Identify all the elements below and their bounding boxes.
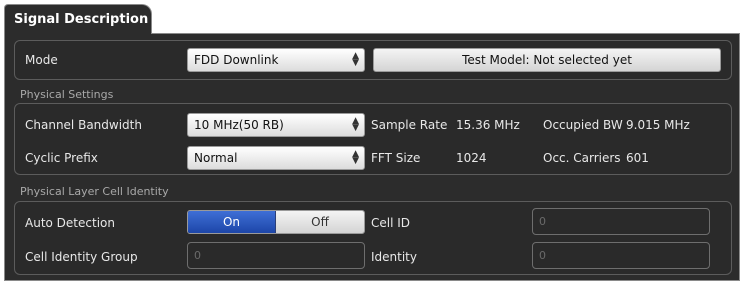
mode-select[interactable]: FDD Downlink ▲ ▼: [187, 48, 365, 72]
signal-description-panel: Mode FDD Downlink ▲ ▼ Test Model: Not sel…: [4, 33, 740, 281]
occupied-bw-label: Occupied BW: [543, 118, 623, 132]
physical-settings-group: Channel Bandwidth 10 MHz(50 RB) ▲ ▼ Sampl…: [14, 103, 732, 175]
test-model-button[interactable]: Test Model: Not selected yet: [373, 48, 721, 72]
cell-identity-group-label: Cell Identity Group: [25, 250, 138, 264]
auto-detection-on-button[interactable]: On: [188, 211, 276, 233]
physical-settings-label: Physical Settings: [20, 88, 114, 101]
select-arrows-icon: ▲ ▼: [352, 149, 359, 166]
cell-identity-group: Auto Detection On Off Cell ID 0 Cell Ide…: [14, 201, 732, 275]
cyclic-prefix-value: Normal: [194, 151, 238, 165]
auto-detection-toggle[interactable]: On Off: [187, 210, 365, 234]
cell-id-label: Cell ID: [371, 216, 411, 230]
identity-label: Identity: [371, 250, 417, 264]
auto-detection-label: Auto Detection: [25, 216, 115, 230]
mode-label: Mode: [25, 53, 58, 67]
fft-size-value: 1024: [456, 151, 487, 165]
occ-carriers-label: Occ. Carriers: [543, 151, 621, 165]
select-arrows-icon: ▲ ▼: [352, 51, 359, 68]
cell-id-field[interactable]: 0: [532, 208, 710, 235]
cell-identity-group-field[interactable]: 0: [187, 242, 365, 269]
channel-bandwidth-value: 10 MHz(50 RB): [194, 118, 284, 132]
mode-select-value: FDD Downlink: [194, 53, 279, 67]
auto-detection-off-button[interactable]: Off: [276, 211, 364, 233]
fft-size-label: FFT Size: [371, 151, 421, 165]
cell-identity-section-label: Physical Layer Cell Identity: [20, 185, 169, 198]
occ-carriers-value: 601: [626, 151, 649, 165]
occupied-bw-value: 9.015 MHz: [626, 118, 690, 132]
cyclic-prefix-select[interactable]: Normal ▲ ▼: [187, 146, 365, 170]
sample-rate-value: 15.36 MHz: [456, 118, 520, 132]
identity-field[interactable]: 0: [532, 242, 710, 269]
select-arrows-icon: ▲ ▼: [352, 116, 359, 133]
cyclic-prefix-label: Cyclic Prefix: [25, 151, 98, 165]
channel-bandwidth-label: Channel Bandwidth: [25, 118, 142, 132]
channel-bandwidth-select[interactable]: 10 MHz(50 RB) ▲ ▼: [187, 113, 365, 137]
sample-rate-label: Sample Rate: [371, 118, 448, 132]
mode-group: Mode FDD Downlink ▲ ▼ Test Model: Not sel…: [14, 40, 732, 80]
tab-signal-description[interactable]: Signal Description: [4, 4, 152, 34]
